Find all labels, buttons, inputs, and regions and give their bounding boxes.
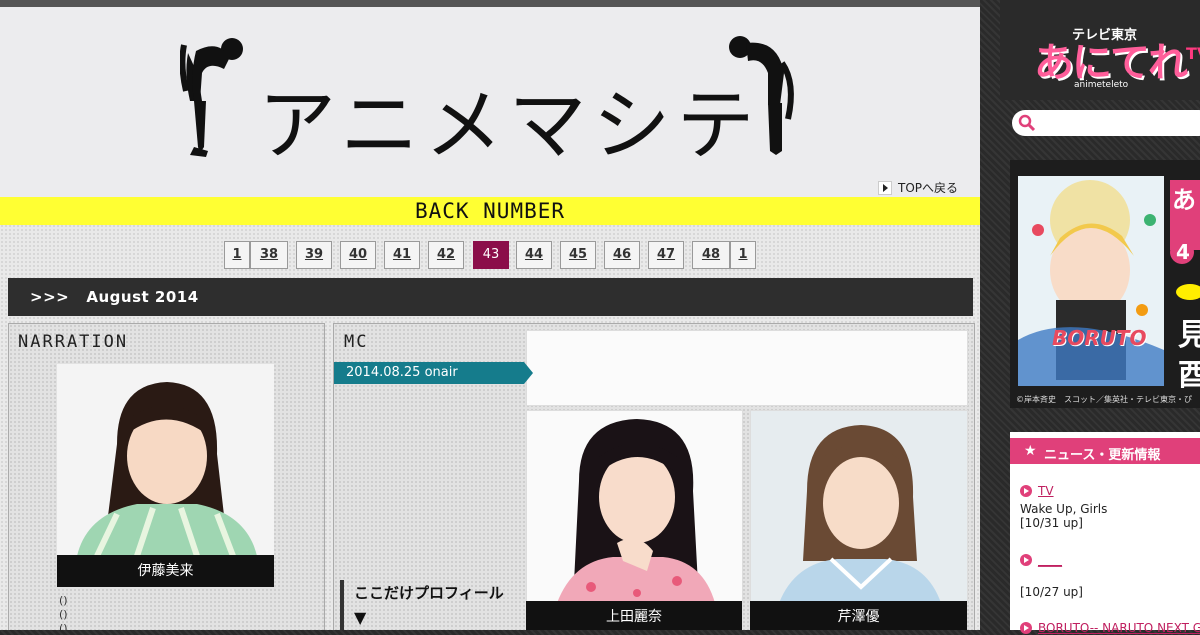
back-number-bar: BACK NUMBER: [0, 197, 980, 225]
main-content: アニメマシテ TOPへ戻る BACK NUMBER 1 38 39 40 41 …: [0, 0, 980, 630]
search-box[interactable]: [1012, 110, 1200, 136]
star-icon: ★: [1024, 443, 1037, 459]
search-icon: [1018, 114, 1036, 132]
page-link-first[interactable]: 1: [224, 241, 250, 269]
mc-portrait-image-1: [527, 411, 742, 603]
bowing-woman-illustration: [180, 38, 243, 157]
page-link[interactable]: 47: [648, 241, 684, 269]
page-link[interactable]: 46: [604, 241, 640, 269]
news-item[interactable]: TV Wake Up, Girls [10/31 up]: [1020, 484, 1200, 530]
narration-notes: () () (): [59, 594, 68, 630]
banner-credit: ©岸本斉史 スコット／集英社・テレビ東京・ぴ: [1016, 395, 1192, 404]
page-link-last[interactable]: 1: [730, 241, 756, 269]
page-link[interactable]: 44: [516, 241, 552, 269]
news-item-date: [10/27 up]: [1020, 585, 1083, 599]
mc-name-2: 芹澤優: [750, 601, 967, 630]
news-item-title: Wake Up, Girls: [1020, 502, 1108, 516]
back-number-title: BACK NUMBER: [414, 199, 566, 223]
hero-banner: アニメマシテ TOPへ戻る: [0, 7, 980, 197]
page-link[interactable]: 42: [428, 241, 464, 269]
narrator-photo: [57, 364, 274, 556]
news-link[interactable]: TV: [1038, 484, 1054, 498]
top-link[interactable]: TOPへ戻る: [878, 179, 958, 196]
hero-title: アニメマシテ: [258, 81, 761, 171]
page-link[interactable]: 41: [384, 241, 420, 269]
page-link[interactable]: 45: [560, 241, 596, 269]
note-line: (): [59, 608, 68, 621]
mc-photo-1: [526, 410, 743, 604]
logo-cut-text: TV: [1186, 44, 1200, 63]
banner-side-char: あ: [1172, 186, 1196, 214]
banner-side-char: 4: [1176, 240, 1190, 264]
page-link-current[interactable]: 43: [473, 241, 509, 269]
news-item-date: [10/31 up]: [1020, 516, 1083, 530]
profile-label: ここだけプロフィール: [354, 584, 504, 602]
news-link[interactable]: BORUTO-- NARUTO NEXT G: [1038, 621, 1200, 635]
logo-sub-text: animeteleto: [1074, 80, 1129, 90]
banner-title: BORUTO: [1052, 326, 1147, 350]
page-link[interactable]: 40: [340, 241, 376, 269]
mc-portrait-image-2: [751, 411, 967, 603]
profile-marker: [340, 580, 344, 630]
page-link[interactable]: 39: [296, 241, 332, 269]
month-label: >>> August 2014: [30, 288, 199, 306]
news-title: ニュース・更新情報: [1044, 448, 1161, 463]
news-link[interactable]: ____: [1038, 553, 1062, 567]
news-header: ★ ニュース・更新情報: [1010, 438, 1200, 464]
narration-heading: NARRATION: [18, 332, 129, 352]
mc-info-box: [526, 330, 968, 406]
mc-heading: MC: [344, 332, 369, 352]
news-item[interactable]: BORUTO-- NARUTO NEXT G: [1020, 621, 1200, 635]
mc-photo-2: [750, 410, 968, 604]
top-link-label: TOPへ戻る: [898, 181, 959, 195]
note-line: (): [59, 594, 68, 607]
pagination: 1 38 39 40 41 42 43 44 45 46 47 48 1: [0, 241, 980, 269]
banner-side-char: 酉: [1178, 358, 1200, 393]
month-header: >>> August 2014: [8, 278, 973, 316]
play-circle-icon: [1020, 554, 1032, 566]
narrator-name: 伊藤美来: [57, 555, 274, 587]
site-logo[interactable]: テレビ東京 あにてれ animeteleto TV: [1000, 0, 1200, 100]
top-bar: [0, 0, 980, 7]
page-link[interactable]: 48: [692, 241, 730, 269]
narrator-portrait-image: [57, 364, 274, 556]
promo-banner[interactable]: BORUTO あ 4 見 酉 ©岸本斉史 スコット／集英社・テレビ東京・ぴ: [1010, 160, 1200, 408]
down-arrow-icon: ▼: [354, 608, 367, 627]
bowing-man-illustration: [729, 36, 794, 155]
banner-side-char: 見: [1178, 318, 1200, 353]
narration-panel: NARRATION 伊藤美来 () () (): [8, 323, 325, 630]
play-circle-icon: [1020, 622, 1032, 634]
note-line: (): [59, 622, 68, 630]
play-arrow-icon: [878, 180, 892, 195]
mc-name-1: 上田麗奈: [526, 601, 742, 630]
onair-tag: 2014.08.25 onair: [334, 362, 533, 384]
news-item[interactable]: ____ [10/27 up]: [1020, 553, 1200, 599]
page-link[interactable]: 38: [250, 241, 288, 269]
search-input[interactable]: [1040, 113, 1200, 133]
play-circle-icon: [1020, 485, 1032, 497]
